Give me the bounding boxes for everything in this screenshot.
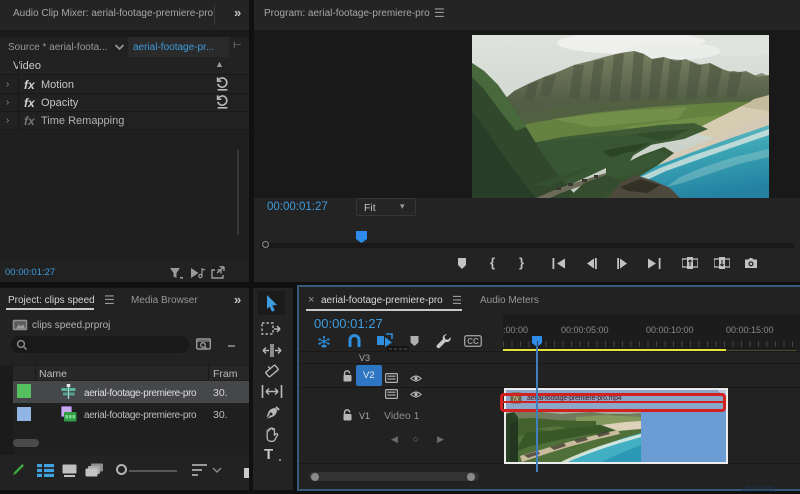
svg-text:CC: CC	[467, 337, 479, 346]
